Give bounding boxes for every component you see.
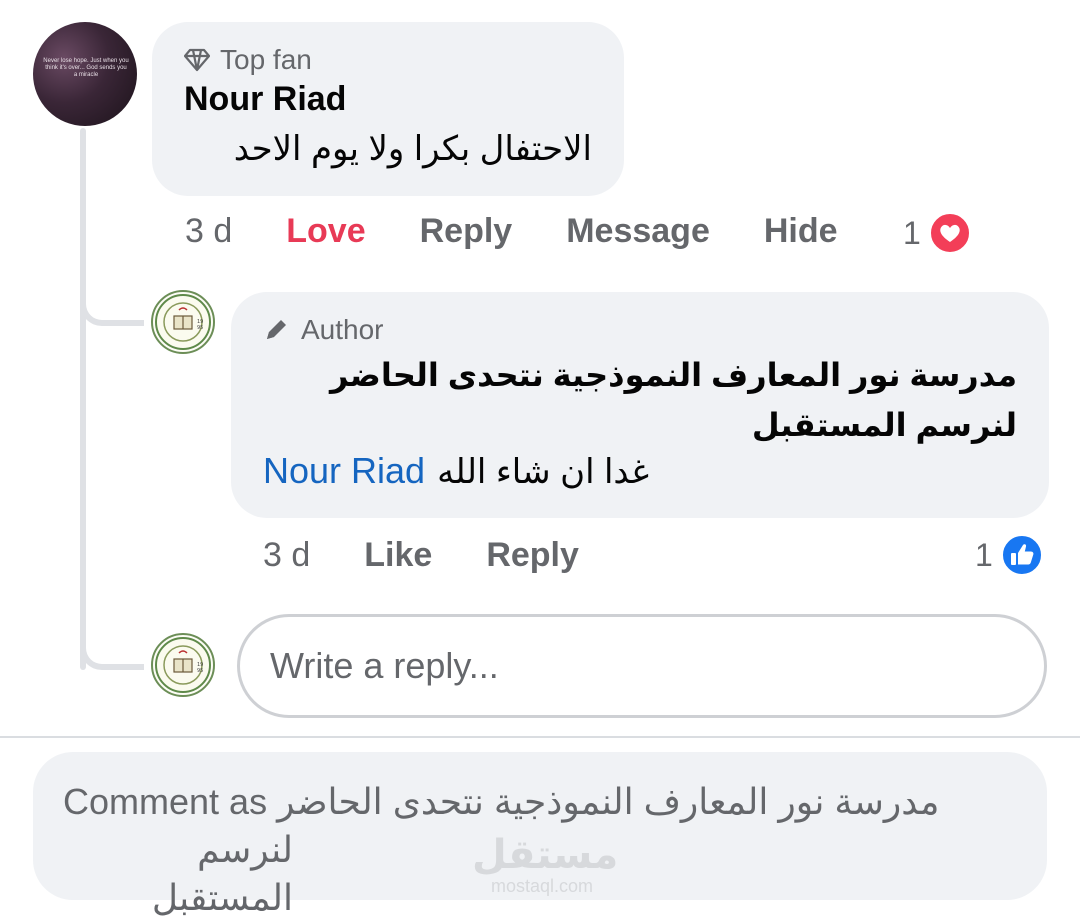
mention-link[interactable]: Nour Riad	[263, 450, 425, 492]
reply-button[interactable]: Reply	[486, 536, 579, 575]
pencil-icon	[267, 320, 286, 339]
author-badge: Author	[263, 314, 1017, 346]
commenter-avatar[interactable]: Never lose hope. Just when you think it'…	[33, 22, 137, 126]
like-button[interactable]: Like	[364, 536, 432, 575]
thread-line	[80, 128, 86, 670]
reaction-count: 1	[975, 536, 993, 573]
comment-text: الاحتفال بكرا ولا يوم الاحد	[233, 130, 592, 168]
badge-label: Top fan	[220, 44, 312, 75]
watermark: مستقل mostaql.com	[472, 833, 619, 897]
comment-reactions[interactable]: 1	[903, 212, 971, 254]
watermark-arabic: مستقل	[472, 833, 619, 877]
author-avatar[interactable]: 19 95	[151, 290, 215, 354]
write-reply-input[interactable]: Write a reply...	[237, 614, 1047, 718]
diamond-icon	[184, 48, 210, 72]
comment-time[interactable]: 3 d	[185, 212, 232, 251]
school-logo-icon: 19 95	[155, 637, 211, 693]
comment-bubble: Top fan Nour Riad الاحتفال بكرا ولا يوم …	[152, 22, 624, 196]
thumbs-up-icon	[1000, 534, 1043, 576]
reply-time[interactable]: 3 d	[263, 536, 310, 575]
top-fan-badge: Top fan	[184, 44, 592, 76]
reply-reactions[interactable]: 1	[975, 534, 1043, 576]
school-logo-icon: 19 95	[155, 294, 211, 350]
comment-as-page-name-line2: لنرسم المستقبل	[151, 829, 293, 916]
divider	[0, 736, 1080, 738]
write-reply-placeholder: Write a reply...	[270, 645, 499, 686]
comment-thread: Never lose hope. Just when you think it'…	[0, 0, 1080, 916]
reaction-count: 1	[903, 214, 921, 251]
heart-icon	[928, 212, 971, 254]
comment-actions: 3 d Love Reply Message Hide	[185, 212, 838, 251]
reply-text: غدا ان شاء الله	[437, 453, 650, 491]
reply-bubble: Author مدرسة نور المعارف النموذجية نتحدى…	[231, 292, 1049, 518]
avatar-quote: Never lose hope. Just when you think it'…	[43, 58, 129, 78]
comment-as-page-name: مدرسة نور المعارف النموذجية نتحدى الحاضر	[277, 781, 940, 822]
reply-actions: 3 d Like Reply	[263, 536, 579, 575]
message-button[interactable]: Message	[566, 212, 710, 251]
comment-as-line: Comment as مدرسة نور المعارف النموذجية ن…	[63, 778, 1017, 826]
thread-branch-write	[80, 626, 144, 670]
hide-button[interactable]: Hide	[764, 212, 838, 251]
current-user-avatar: 19 95	[151, 633, 215, 697]
svg-text:95: 95	[197, 325, 203, 331]
svg-text:95: 95	[197, 668, 203, 674]
watermark-latin: mostaql.com	[490, 876, 594, 896]
commenter-name[interactable]: Nour Riad	[184, 80, 592, 119]
comment-as-prefix: Comment as	[63, 781, 268, 822]
author-name[interactable]: مدرسة نور المعارف النموذجية نتحدى الحاضر…	[263, 350, 1017, 450]
thread-branch-reply	[80, 282, 144, 326]
love-button[interactable]: Love	[286, 212, 365, 251]
reply-body: Nour Riad غدا ان شاء الله	[263, 450, 1017, 492]
badge-label: Author	[301, 314, 384, 345]
reply-button[interactable]: Reply	[420, 212, 513, 251]
